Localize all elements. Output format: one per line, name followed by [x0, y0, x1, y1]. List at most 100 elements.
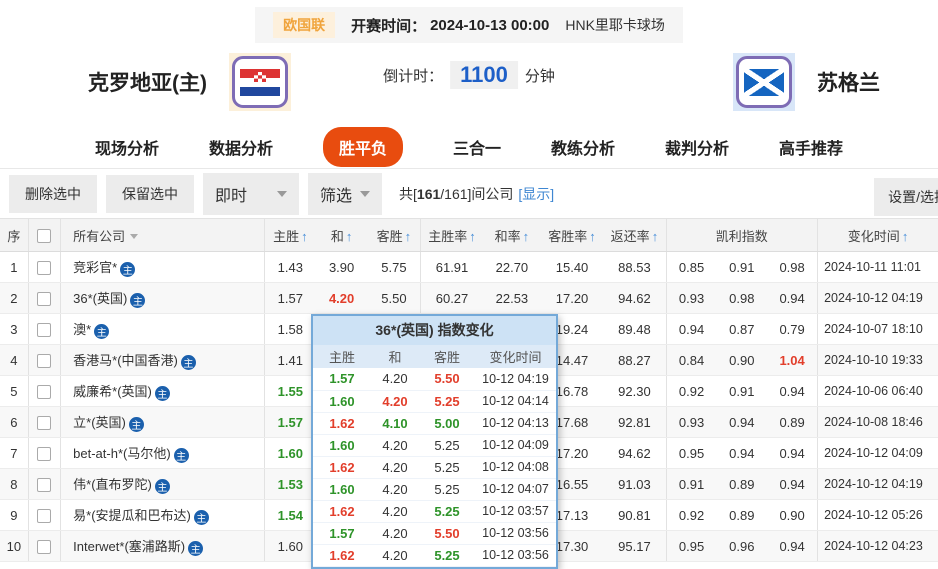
popup-change-time: 10-12 04:07 — [475, 478, 556, 501]
filter-dropdown[interactable]: 筛选 — [308, 172, 383, 215]
row-checkbox[interactable] — [37, 260, 52, 275]
popup-away-odds: 5.25 — [419, 434, 475, 457]
company-name[interactable]: 立*(英国) — [73, 415, 126, 430]
kelly-away: 0.98 — [767, 251, 818, 283]
row-checkbox-cell — [27, 251, 61, 283]
popup-home-odds: 1.62 — [313, 456, 371, 479]
kickoff-time: 2024-10-13 00:00 — [430, 16, 550, 34]
nav-tab[interactable]: 裁判分析 — [665, 135, 729, 159]
kelly-home: 0.92 — [665, 499, 717, 531]
popup-away-odds: 5.25 — [419, 500, 475, 523]
scotland-flag-icon — [744, 68, 784, 96]
header-change-time[interactable]: 变化时间 ↑ — [817, 218, 938, 252]
popup-header-away: 客胜 — [419, 345, 475, 368]
away-odds: 5.50 — [367, 282, 421, 314]
header-away-odds[interactable]: 客胜 ↑ — [367, 218, 421, 252]
header-away-rate[interactable]: 客胜率 ↑ — [540, 218, 604, 252]
away-team-name: 苏格兰 — [817, 72, 880, 95]
away-win-rate: 15.40 — [540, 251, 604, 283]
row-checkbox[interactable] — [37, 291, 52, 306]
header-draw-odds[interactable]: 和 ↑ — [315, 218, 368, 252]
company-cell: 澳* 主 — [60, 313, 265, 345]
kelly-home: 0.95 — [665, 530, 717, 562]
header-draw-rate[interactable]: 和率 ↑ — [483, 218, 541, 252]
row-index: 7 — [0, 437, 29, 469]
row-checkbox[interactable] — [37, 477, 52, 492]
company-name[interactable]: 易*(安提瓜和巴布达) — [73, 508, 191, 523]
row-index: 2 — [0, 282, 29, 314]
change-time: 2024-10-10 19:33 — [817, 344, 938, 376]
change-time: 2024-10-06 06:40 — [817, 375, 938, 407]
row-checkbox[interactable] — [37, 384, 52, 399]
sort-up-icon: ↑ — [589, 228, 596, 244]
popup-home-odds: 1.57 — [313, 368, 371, 391]
nav-tab[interactable]: 三合一 — [453, 135, 501, 159]
odds-change-popup: 36*(英国) 指数变化 主胜 和 客胜 变化时间 1.57 4.20 5.50… — [311, 314, 558, 569]
keep-selected-button[interactable]: 保留选中 — [106, 174, 194, 213]
return-rate: 94.62 — [603, 282, 667, 314]
popup-change-time: 10-12 04:08 — [475, 456, 556, 479]
popup-away-odds: 5.25 — [419, 478, 475, 501]
popup-change-time: 10-12 04:19 — [475, 368, 556, 391]
table-row: 2 36*(英国) 主 1.57 4.20 5.50 60.27 22.53 17… — [0, 282, 938, 314]
company-cell: 立*(英国) 主 — [60, 406, 265, 438]
popup-header-home: 主胜 — [313, 345, 371, 368]
row-checkbox[interactable] — [37, 446, 52, 461]
delete-selected-button[interactable]: 删除选中 — [9, 174, 97, 213]
host-badge-icon: 主 — [154, 479, 170, 494]
header-home-odds[interactable]: 主胜 ↑ — [264, 218, 316, 252]
nav-tab[interactable]: 高手推荐 — [779, 135, 843, 159]
change-time: 2024-10-08 18:46 — [817, 406, 938, 438]
header-company[interactable]: 所有公司 — [60, 218, 265, 252]
row-index: 8 — [0, 468, 29, 500]
kelly-draw: 0.89 — [716, 468, 768, 500]
host-badge-icon: 主 — [188, 541, 204, 556]
select-all-checkbox[interactable] — [37, 228, 52, 243]
row-checkbox[interactable] — [37, 539, 52, 554]
instant-dropdown[interactable]: 即时 — [203, 172, 299, 215]
row-index: 4 — [0, 344, 29, 376]
away-team-group: 苏格兰 — [733, 53, 880, 111]
company-name[interactable]: 威廉希*(英国) — [73, 384, 152, 399]
settings-select-button[interactable]: 设置/选择 — [874, 178, 938, 216]
popup-draw-odds: 4.20 — [371, 390, 419, 413]
nav-tab[interactable]: 数据分析 — [209, 135, 273, 159]
return-rate: 88.53 — [603, 251, 667, 283]
nav-tab[interactable]: 教练分析 — [551, 135, 615, 159]
sort-up-icon: ↑ — [469, 228, 476, 244]
popup-change-time: 10-12 04:13 — [475, 412, 556, 435]
nav-tab[interactable]: 胜平负 — [322, 126, 403, 167]
company-cell: 竞彩官* 主 — [60, 251, 265, 283]
kelly-away: 0.94 — [767, 468, 818, 500]
change-time: 2024-10-11 11:01 — [817, 251, 938, 283]
company-name[interactable]: 竞彩官* — [73, 260, 117, 275]
company-name[interactable]: bet-at-h*(马尔他) — [73, 446, 171, 461]
sort-up-icon: ↑ — [404, 228, 412, 244]
row-checkbox[interactable] — [37, 508, 52, 523]
company-name[interactable]: 澳* — [73, 322, 91, 337]
filter-caret-icon — [130, 233, 139, 239]
header-return-rate[interactable]: 返还率 ↑ — [603, 218, 667, 252]
nav-tab[interactable]: 现场分析 — [95, 135, 159, 159]
header-kelly: 凯利指数 — [665, 218, 818, 252]
row-checkbox[interactable] — [37, 415, 52, 430]
show-link[interactable]: [显示] — [518, 186, 554, 202]
kelly-home: 0.93 — [665, 282, 717, 314]
header-home-rate[interactable]: 主胜率 ↑ — [419, 218, 484, 252]
kelly-draw: 0.91 — [716, 251, 768, 283]
company-name[interactable]: 36*(英国) — [73, 291, 127, 306]
company-name[interactable]: 香港马*(中国香港) — [73, 353, 178, 368]
kelly-draw: 0.91 — [716, 375, 768, 407]
croatia-flag-icon — [240, 68, 280, 96]
home-odds: 1.53 — [264, 468, 316, 500]
host-badge-icon: 主 — [180, 355, 196, 370]
host-badge-icon: 主 — [193, 510, 209, 525]
row-checkbox[interactable] — [37, 353, 52, 368]
row-checkbox[interactable] — [37, 322, 52, 337]
popup-draw-odds: 4.20 — [371, 368, 419, 391]
home-odds: 1.57 — [264, 282, 316, 314]
home-odds: 1.57 — [264, 406, 316, 438]
company-name[interactable]: Interwet*(塞浦路斯) — [73, 539, 185, 554]
company-name[interactable]: 伟*(直布罗陀) — [73, 477, 152, 492]
row-checkbox-cell — [27, 406, 61, 438]
